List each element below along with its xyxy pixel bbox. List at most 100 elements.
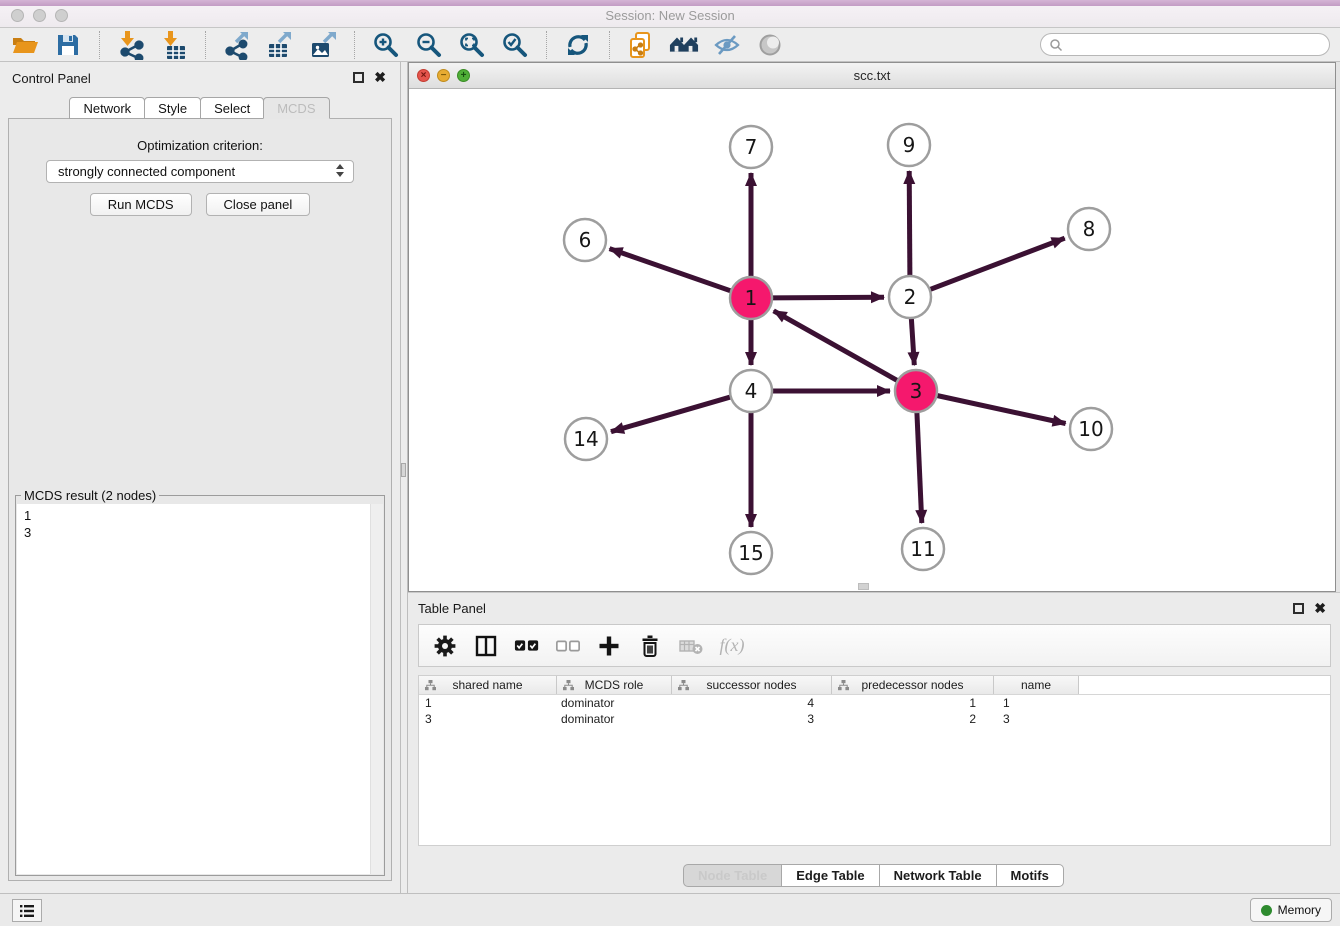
svg-text:7: 7: [745, 135, 758, 159]
graph-node-2[interactable]: 2: [889, 276, 931, 318]
cell-name[interactable]: 3: [994, 711, 1079, 727]
graph-node-11[interactable]: 11: [902, 528, 944, 570]
float-panel-icon[interactable]: [1293, 603, 1304, 614]
export-image-icon[interactable]: [308, 30, 338, 60]
zoom-in-icon[interactable]: [371, 30, 401, 60]
zoom-selected-icon[interactable]: [500, 30, 530, 60]
cell-mcds-role[interactable]: dominator: [557, 695, 672, 711]
control-tab-select[interactable]: Select: [200, 97, 264, 119]
cell-successor-nodes[interactable]: 4: [672, 695, 832, 711]
table-settings-gear-icon[interactable]: [432, 633, 458, 659]
add-row-plus-icon[interactable]: [596, 633, 622, 659]
save-session-icon[interactable]: [53, 30, 83, 60]
control-panel-controls: ✖: [353, 72, 386, 83]
mcds-result-area[interactable]: 13: [17, 504, 383, 874]
graph-node-14[interactable]: 14: [565, 418, 607, 460]
table-tab-edge-table[interactable]: Edge Table: [781, 864, 879, 887]
cell-name[interactable]: 1: [994, 695, 1079, 711]
graph-edge-2-9[interactable]: [909, 171, 910, 278]
import-network-icon[interactable]: [116, 30, 146, 60]
search-field[interactable]: [1040, 33, 1330, 56]
memory-button[interactable]: Memory: [1250, 898, 1332, 922]
search-input[interactable]: [1068, 37, 1321, 53]
network-window-title: scc.txt: [409, 68, 1335, 83]
open-session-icon[interactable]: [10, 30, 40, 60]
splitter-grip[interactable]: [401, 463, 406, 477]
graph-node-8[interactable]: 8: [1068, 208, 1110, 250]
table-tab-node-table[interactable]: Node Table: [683, 864, 782, 887]
cell-shared-name[interactable]: 3: [419, 711, 557, 727]
zoom-out-icon[interactable]: [414, 30, 444, 60]
svg-text:15: 15: [738, 541, 763, 565]
graph-node-15[interactable]: 15: [730, 532, 772, 574]
graph-edge-2-3[interactable]: [911, 316, 914, 365]
column-layout-icon[interactable]: [473, 633, 499, 659]
graph-node-3[interactable]: 3: [895, 370, 937, 412]
control-tab-network[interactable]: Network: [69, 97, 145, 119]
cell-successor-nodes[interactable]: 3: [672, 711, 832, 727]
graph-node-10[interactable]: 10: [1070, 408, 1112, 450]
column-header-shared-name[interactable]: shared name: [419, 676, 557, 694]
hide-panels-eye-slash-icon[interactable]: [712, 30, 742, 60]
clone-network-icon[interactable]: [626, 30, 656, 60]
run-mcds-button[interactable]: Run MCDS: [90, 193, 192, 216]
status-bar: Memory: [0, 893, 1340, 926]
graph-edge-1-6[interactable]: [610, 249, 734, 292]
function-builder-icon[interactable]: f(x): [719, 633, 745, 659]
canvas-scrollbar-thumb[interactable]: [858, 583, 869, 590]
delete-column-icon[interactable]: [678, 633, 704, 659]
cell-shared-name[interactable]: 1: [419, 695, 557, 711]
table-tab-motifs[interactable]: Motifs: [996, 864, 1064, 887]
deselect-all-icon[interactable]: [555, 633, 581, 659]
graph-edge-1-2[interactable]: [770, 297, 884, 298]
graph-edge-3-11[interactable]: [917, 410, 922, 523]
cell-predecessor-nodes[interactable]: 1: [832, 695, 994, 711]
control-tab-mcds[interactable]: MCDS: [263, 97, 329, 119]
network-graph[interactable]: 7 9 6 8 1 2 4 3 14 10 15 11: [409, 89, 1335, 591]
result-scrollbar[interactable]: [370, 504, 383, 874]
svg-text:1: 1: [745, 286, 758, 310]
toolbar-separator: [609, 31, 610, 59]
table-tab-network-table[interactable]: Network Table: [879, 864, 997, 887]
cell-predecessor-nodes[interactable]: 2: [832, 711, 994, 727]
column-header-name[interactable]: name: [994, 676, 1079, 694]
close-panel-button[interactable]: Close panel: [206, 193, 311, 216]
graph-edge-3-1[interactable]: [774, 311, 900, 382]
graph-node-7[interactable]: 7: [730, 126, 772, 168]
criterion-dropdown[interactable]: strongly connected component: [46, 160, 354, 183]
application-window: Session: New Session: [0, 0, 1340, 926]
network-overview-icon[interactable]: [669, 30, 699, 60]
float-panel-icon[interactable]: [353, 72, 364, 83]
table-row[interactable]: 3dominator323: [419, 711, 1330, 727]
graph-node-9[interactable]: 9: [888, 124, 930, 166]
export-network-icon[interactable]: [222, 30, 252, 60]
close-panel-icon[interactable]: ✖: [1314, 603, 1326, 614]
select-all-icon[interactable]: [514, 633, 540, 659]
graph-node-4[interactable]: 4: [730, 370, 772, 412]
show-panels-eye-icon[interactable]: [755, 30, 785, 60]
mcds-result-title: MCDS result (2 nodes): [21, 488, 159, 503]
control-tab-style[interactable]: Style: [144, 97, 201, 119]
zoom-fit-icon[interactable]: [457, 30, 487, 60]
column-header-successor-nodes[interactable]: successor nodes: [672, 676, 832, 694]
graph-node-1[interactable]: 1: [730, 277, 772, 319]
graph-edge-2-8[interactable]: [928, 238, 1065, 290]
panel-splitter[interactable]: [400, 62, 408, 893]
column-header-mcds-role[interactable]: MCDS role: [557, 676, 672, 694]
graph-node-6[interactable]: 6: [564, 219, 606, 261]
cell-mcds-role[interactable]: dominator: [557, 711, 672, 727]
task-history-button[interactable]: [12, 899, 42, 922]
delete-row-trash-icon[interactable]: [637, 633, 663, 659]
table-row[interactable]: 1dominator411: [419, 695, 1330, 711]
graph-edge-3-10[interactable]: [935, 395, 1066, 424]
dropdown-stepper-icon: [336, 164, 344, 177]
close-panel-icon[interactable]: ✖: [374, 72, 386, 83]
control-panel: Control Panel ✖ NetworkStyleSelectMCDS O…: [0, 62, 400, 893]
export-table-icon[interactable]: [265, 30, 295, 60]
graph-edge-4-14[interactable]: [611, 396, 733, 431]
refresh-layout-icon[interactable]: [563, 30, 593, 60]
column-header-predecessor-nodes[interactable]: predecessor nodes: [832, 676, 994, 694]
mcds-panel: Optimization criterion: strongly connect…: [8, 118, 392, 881]
network-canvas[interactable]: 7 9 6 8 1 2 4 3 14 10 15 11: [409, 89, 1335, 591]
import-table-icon[interactable]: [159, 30, 189, 60]
